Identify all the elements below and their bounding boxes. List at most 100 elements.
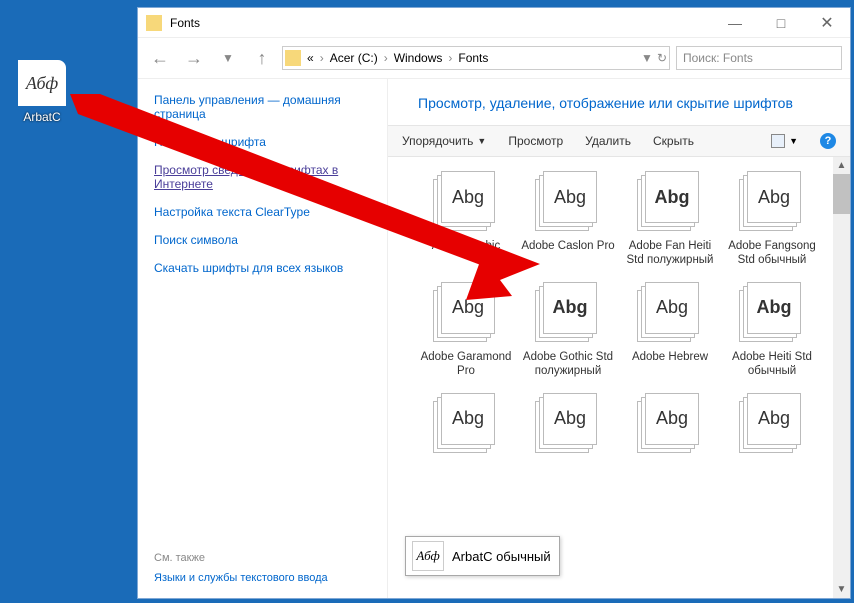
font-name: Adobe Heiti Std обычный xyxy=(724,350,820,379)
breadcrumb-part[interactable]: « xyxy=(307,51,314,65)
font-thumb: Abg xyxy=(637,171,703,233)
font-page-preview: Abg xyxy=(543,282,597,334)
font-item[interactable]: Abg Adobe Arabic xyxy=(418,171,514,268)
font-item[interactable]: AbgAdobe Garamond Pro xyxy=(418,282,514,379)
sidebar-link-font-settings[interactable]: Параметры шрифта xyxy=(154,135,371,149)
fonts-window: Fonts — □ ✕ ← → ▼ ↑ « › Acer (C:) › Wind… xyxy=(137,7,851,599)
maximize-button[interactable]: □ xyxy=(758,8,804,38)
font-item[interactable]: Abg Adobe Hebrew xyxy=(622,282,718,379)
font-item[interactable]: Abg xyxy=(520,393,616,461)
view-mode-icon xyxy=(771,134,785,148)
toolbar: Упорядочить ▼ Просмотр Удалить Скрыть ▼ … xyxy=(388,125,850,157)
font-page-preview: Abg xyxy=(747,171,801,223)
desktop-icon-arbatc[interactable]: Абф ArbatC xyxy=(14,60,70,124)
sidebar-link-cleartype[interactable]: Настройка текста ClearType xyxy=(154,205,371,219)
font-page-preview: Abg xyxy=(645,282,699,334)
chevron-right-icon: › xyxy=(444,51,456,65)
hide-button[interactable]: Скрыть xyxy=(653,134,694,148)
drag-item-label: ArbatC обычный xyxy=(452,549,551,564)
font-item[interactable]: Abg Adobe Fangsong Std обычный xyxy=(724,171,820,268)
chevron-right-icon: › xyxy=(316,51,328,65)
font-name: Adobe Fangsong Std обычный xyxy=(724,239,820,268)
navbar: ← → ▼ ↑ « › Acer (C:) › Windows › Fonts … xyxy=(138,38,850,78)
font-thumb: Abg xyxy=(637,282,703,344)
font-name: Adobe Hebrew xyxy=(632,350,708,364)
font-thumb: Abg xyxy=(739,282,805,344)
minimize-button[interactable]: — xyxy=(712,8,758,38)
folder-icon xyxy=(285,50,301,66)
font-page-preview: Abg xyxy=(441,282,495,334)
font-name: Adobe Fan Heiti Std полужирный xyxy=(622,239,718,268)
search-placeholder: Поиск: Fonts xyxy=(683,51,753,65)
font-page-preview: Abg xyxy=(747,393,801,445)
chevron-right-icon: › xyxy=(380,51,392,65)
font-name: Adobe Gothic Std полужирный xyxy=(520,350,616,379)
breadcrumb-refresh-icon[interactable]: ↻ xyxy=(657,51,667,65)
font-thumb: Abg xyxy=(535,282,601,344)
nav-forward-button[interactable]: → xyxy=(180,44,208,72)
font-page-preview: Abg xyxy=(441,393,495,445)
font-grid: AbgAdobe ArabicAbgAdobe Caslon ProAbgAdo… xyxy=(388,157,850,475)
window-title: Fonts xyxy=(170,16,712,30)
breadcrumb-part[interactable]: Fonts xyxy=(458,51,488,65)
desktop-icon-label: ArbatC xyxy=(14,110,70,124)
sidebar-link-download-fonts[interactable]: Скачать шрифты для всех языков xyxy=(154,261,371,275)
font-page-preview: Abg xyxy=(645,393,699,445)
font-thumb: Abg xyxy=(535,393,601,455)
sidebar-link-font-info-online[interactable]: Просмотр сведений о шрифтах в Интернете xyxy=(154,163,371,191)
font-item[interactable]: Abg xyxy=(724,393,820,461)
nav-up-button[interactable]: ↑ xyxy=(248,44,276,72)
scroll-thumb[interactable] xyxy=(833,174,850,214)
font-item[interactable]: Abg xyxy=(418,393,514,461)
font-thumb: Abg xyxy=(739,393,805,455)
titlebar: Fonts — □ ✕ xyxy=(138,8,850,38)
font-thumb: Abg xyxy=(433,393,499,455)
see-also-section: См. также Языки и службы текстового ввод… xyxy=(154,552,371,584)
breadcrumb[interactable]: « › Acer (C:) › Windows › Fonts ▼ ↻ xyxy=(282,46,670,70)
font-file-preview: Абф xyxy=(18,60,66,106)
organize-label: Упорядочить xyxy=(402,134,473,148)
drag-tooltip: Абф ArbatC обычный xyxy=(405,536,560,576)
font-item[interactable]: Abg Adobe Fan Heiti Std полужирный xyxy=(622,171,718,268)
font-page-preview: Abg xyxy=(441,171,495,223)
font-item[interactable]: Abg xyxy=(622,393,718,461)
view-mode-button[interactable]: ▼ xyxy=(771,134,798,148)
close-button[interactable]: ✕ xyxy=(804,8,850,38)
see-also-label: См. также xyxy=(154,552,371,564)
see-also-link[interactable]: Языки и службы текстового ввода xyxy=(154,572,371,584)
scroll-down-button[interactable]: ▼ xyxy=(833,581,850,598)
scrollbar[interactable]: ▲ ▼ xyxy=(833,157,850,598)
font-item[interactable]: Abg Adobe Heiti Std обычный xyxy=(724,282,820,379)
scroll-track[interactable] xyxy=(833,174,850,581)
page-heading: Просмотр, удаление, отображение или скры… xyxy=(388,79,850,125)
font-name: Adobe Arabic xyxy=(432,239,500,253)
font-page-preview: Abg xyxy=(543,171,597,223)
sidebar-link-find-char[interactable]: Поиск символа xyxy=(154,233,371,247)
font-grid-container: AbgAdobe ArabicAbgAdobe Caslon ProAbgAdo… xyxy=(388,157,850,598)
dropdown-arrow-icon: ▼ xyxy=(477,136,486,146)
nav-back-button[interactable]: ← xyxy=(146,44,174,72)
scroll-up-button[interactable]: ▲ xyxy=(833,157,850,174)
breadcrumb-part[interactable]: Windows xyxy=(394,51,443,65)
font-name: Adobe Caslon Pro xyxy=(521,239,614,253)
breadcrumb-part[interactable]: Acer (C:) xyxy=(330,51,378,65)
font-thumb: Abg xyxy=(739,171,805,233)
nav-history-dropdown[interactable]: ▼ xyxy=(214,44,242,72)
window-body: Панель управления — домашняя страница Па… xyxy=(138,78,850,598)
drag-preview-icon: Абф xyxy=(412,541,444,571)
dropdown-arrow-icon: ▼ xyxy=(789,136,798,146)
organize-button[interactable]: Упорядочить ▼ xyxy=(402,134,486,148)
help-button[interactable]: ? xyxy=(820,133,836,149)
font-item[interactable]: Abg Adobe Caslon Pro xyxy=(520,171,616,268)
font-thumb: Abg xyxy=(535,171,601,233)
breadcrumb-dropdown-icon[interactable]: ▼ xyxy=(641,51,653,65)
window-controls: — □ ✕ xyxy=(712,8,850,38)
font-page-preview: Abg xyxy=(645,171,699,223)
search-input[interactable]: Поиск: Fonts xyxy=(676,46,842,70)
font-item[interactable]: Abg Adobe Gothic Std полужирный xyxy=(520,282,616,379)
preview-button[interactable]: Просмотр xyxy=(508,134,563,148)
sidebar: Панель управления — домашняя страница Па… xyxy=(138,79,388,598)
font-page-preview: Abg xyxy=(543,393,597,445)
control-panel-home-link[interactable]: Панель управления — домашняя страница xyxy=(154,93,371,121)
delete-button[interactable]: Удалить xyxy=(585,134,631,148)
